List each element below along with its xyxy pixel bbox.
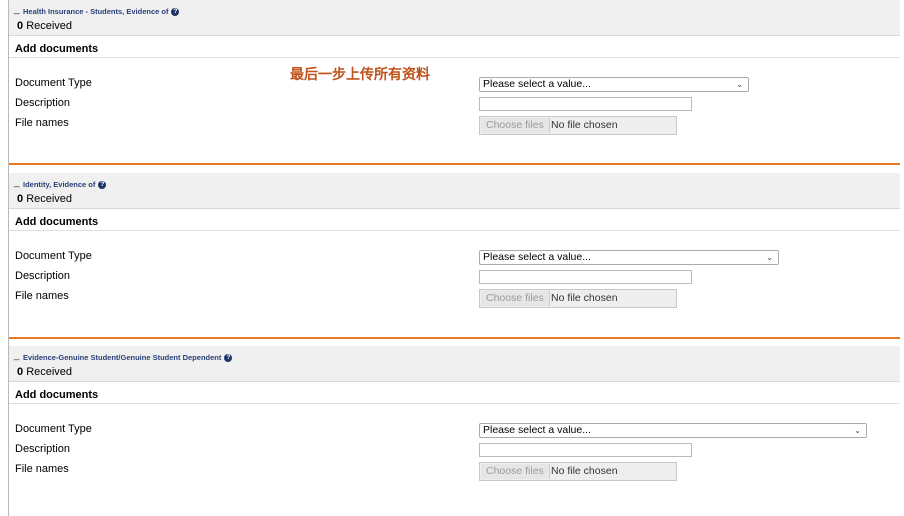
received-label: Received [26, 193, 73, 205]
file-input[interactable]: Choose files No file chosen [479, 289, 677, 308]
section-title: Evidence-Genuine Student/Genuine Student… [23, 353, 233, 362]
file-names-label: File names [15, 290, 69, 302]
received-label: Received [26, 366, 73, 378]
document-type-label: Document Type [15, 423, 92, 435]
received-count: 0 Received [17, 193, 72, 205]
description-input[interactable] [479, 443, 692, 457]
description-input[interactable] [479, 270, 692, 284]
received-number: 0 [17, 193, 24, 205]
section-header: _ Evidence-Genuine Student/Genuine Stude… [9, 346, 900, 382]
chevron-down-icon: ⌄ [854, 426, 861, 435]
received-count: 0 Received [17, 366, 72, 378]
description-label: Description [15, 443, 71, 455]
file-input[interactable]: Choose files No file chosen [479, 116, 677, 135]
add-documents-heading: Add documents [15, 43, 99, 55]
choose-files-button[interactable]: Choose files [481, 118, 550, 133]
section-header: _ Health Insurance - Students, Evidence … [9, 0, 900, 36]
section-title-text: Identity, Evidence of [23, 180, 96, 189]
document-type-label: Document Type [15, 77, 92, 89]
file-names-label: File names [15, 463, 69, 475]
received-label: Received [26, 20, 73, 32]
section-header: _ Identity, Evidence of? 0 Received [9, 173, 900, 209]
document-type-label: Document Type [15, 250, 92, 262]
select-value: Please select a value... [483, 424, 591, 436]
select-value: Please select a value... [483, 251, 591, 263]
help-icon[interactable]: ? [224, 354, 233, 362]
description-label: Description [15, 270, 71, 282]
document-section-identity: _ Identity, Evidence of? 0 Received Add … [9, 173, 900, 335]
section-title: Health Insurance - Students, Evidence of… [23, 7, 180, 16]
divider [9, 230, 900, 231]
file-input[interactable]: Choose files No file chosen [479, 462, 677, 481]
choose-files-button[interactable]: Choose files [481, 291, 550, 306]
choose-files-button[interactable]: Choose files [481, 464, 550, 479]
annotation-text: 最后一步上传所有资料 [290, 67, 430, 83]
select-value: Please select a value... [483, 78, 591, 90]
no-file-text: No file chosen [551, 292, 618, 304]
no-file-text: No file chosen [551, 465, 618, 477]
collapse-toggle[interactable]: _ [14, 177, 20, 188]
section-title-text: Health Insurance - Students, Evidence of [23, 7, 169, 16]
chevron-down-icon: ⌄ [736, 80, 743, 89]
collapse-toggle[interactable]: _ [14, 350, 20, 361]
collapse-toggle[interactable]: _ [14, 4, 20, 15]
add-documents-heading: Add documents [15, 216, 99, 228]
document-type-select[interactable]: Please select a value... ⌄ [479, 250, 779, 265]
divider [9, 403, 900, 404]
received-number: 0 [17, 366, 24, 378]
received-number: 0 [17, 20, 24, 32]
document-section-genuine-student: _ Evidence-Genuine Student/Genuine Stude… [9, 346, 900, 516]
help-icon[interactable]: ? [98, 181, 107, 189]
received-count: 0 Received [17, 20, 72, 32]
no-file-text: No file chosen [551, 119, 618, 131]
help-icon[interactable]: ? [171, 8, 180, 16]
description-input[interactable] [479, 97, 692, 111]
add-documents-heading: Add documents [15, 389, 99, 401]
document-type-select[interactable]: Please select a value... ⌄ [479, 423, 867, 438]
section-separator [9, 337, 900, 339]
chevron-down-icon: ⌄ [766, 253, 773, 262]
divider [9, 57, 900, 58]
section-title-text: Evidence-Genuine Student/Genuine Student… [23, 353, 222, 362]
file-names-label: File names [15, 117, 69, 129]
section-separator [9, 163, 900, 165]
document-section-health-insurance: _ Health Insurance - Students, Evidence … [9, 0, 900, 162]
section-title: Identity, Evidence of? [23, 180, 107, 189]
description-label: Description [15, 97, 71, 109]
document-type-select[interactable]: Please select a value... ⌄ [479, 77, 749, 92]
